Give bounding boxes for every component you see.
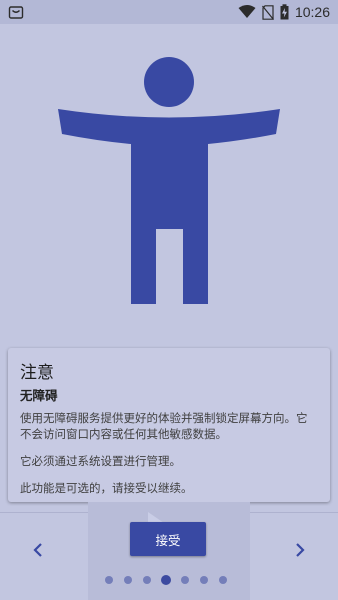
- battery-charging-icon: [280, 4, 289, 20]
- accessibility-person-icon: [58, 57, 280, 304]
- status-bar: 10:26: [0, 0, 338, 24]
- page-dot: [181, 576, 189, 584]
- notice-card: 注意 无障碍 使用无障碍服务提供更好的体验并强制锁定屏幕方向。它不会访问窗口内容…: [8, 348, 330, 502]
- status-time: 10:26: [294, 4, 330, 20]
- page-dot: [161, 575, 171, 585]
- card-body: 使用无障碍服务提供更好的体验并强制锁定屏幕方向。它不会访问窗口内容或任何其他敏感…: [20, 410, 318, 496]
- notification-bag-icon: [8, 6, 24, 19]
- card-paragraph-settings: 它必须通过系统设置进行管理。: [20, 454, 181, 468]
- card-paragraph-optional: 此功能是可选的，请接受以继续。: [20, 481, 193, 495]
- chevron-right-icon: [296, 543, 305, 557]
- next-page-button[interactable]: [288, 538, 312, 562]
- card-subtitle: 无障碍: [20, 388, 58, 403]
- card-paragraph-description: 使用无障碍服务提供更好的体验并强制锁定屏幕方向。它不会访问窗口内容或任何其他敏感…: [20, 411, 308, 441]
- page-dot: [143, 576, 151, 584]
- no-sim-icon: [261, 4, 274, 20]
- page-dot: [105, 576, 113, 584]
- chevron-left-icon: [33, 543, 42, 557]
- accept-button[interactable]: 接受: [130, 522, 206, 556]
- page-indicator: [0, 575, 338, 586]
- page-dot: [124, 576, 132, 584]
- previous-page-button[interactable]: [26, 538, 50, 562]
- page-dot: [200, 576, 208, 584]
- card-title: 注意: [20, 363, 54, 383]
- page-dot: [219, 576, 227, 584]
- wifi-icon: [238, 5, 256, 18]
